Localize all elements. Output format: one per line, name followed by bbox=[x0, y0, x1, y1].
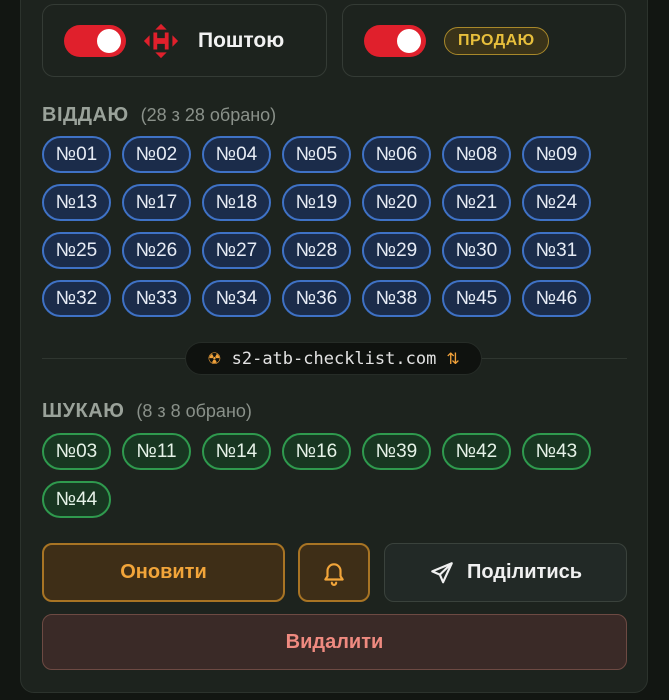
give-chip[interactable]: №38 bbox=[362, 280, 431, 317]
give-chip[interactable]: №24 bbox=[522, 184, 591, 221]
send-icon bbox=[431, 561, 453, 583]
want-section-header: ШУКАЮ (8 з 8 обрано) bbox=[42, 400, 252, 423]
delivery-method-label: Поштою bbox=[198, 28, 285, 52]
give-chip[interactable]: №27 bbox=[202, 232, 271, 269]
divider-right bbox=[482, 358, 627, 359]
want-chip[interactable]: №11 bbox=[122, 433, 191, 470]
sell-toggle[interactable] bbox=[364, 24, 426, 57]
want-chip-list: №03 №11 №14 №16 №39 №42 №43 №44 bbox=[42, 433, 622, 518]
want-chip[interactable]: №03 bbox=[42, 433, 111, 470]
toggle-knob bbox=[97, 28, 121, 53]
share-button[interactable]: Поділитись bbox=[384, 543, 627, 602]
refresh-button[interactable]: Оновити bbox=[42, 543, 285, 602]
share-label: Поділитись bbox=[466, 561, 583, 583]
give-chip[interactable]: №09 bbox=[522, 136, 591, 173]
swap-arrows-icon: ⇅ bbox=[446, 350, 460, 368]
give-chip[interactable]: №06 bbox=[362, 136, 431, 173]
delete-label: Видалити bbox=[285, 630, 384, 653]
give-chip[interactable]: №19 bbox=[282, 184, 351, 221]
give-chip[interactable]: №01 bbox=[42, 136, 111, 173]
give-chip[interactable]: №45 bbox=[442, 280, 511, 317]
bell-icon bbox=[324, 562, 344, 586]
want-chip[interactable]: №16 bbox=[282, 433, 351, 470]
give-chip[interactable]: №32 bbox=[42, 280, 111, 317]
give-chip[interactable]: №18 bbox=[202, 184, 271, 221]
want-chip[interactable]: №44 bbox=[42, 481, 111, 518]
give-count: (28 з 28 обрано) bbox=[140, 105, 277, 125]
refresh-label: Оновити bbox=[120, 561, 207, 583]
want-chip[interactable]: №42 bbox=[442, 433, 511, 470]
radiation-icon: ☢ bbox=[207, 350, 222, 368]
notify-button[interactable] bbox=[298, 543, 370, 602]
give-chip[interactable]: №29 bbox=[362, 232, 431, 269]
give-chip[interactable]: №31 bbox=[522, 232, 591, 269]
give-chip[interactable]: №13 bbox=[42, 184, 111, 221]
give-title: ВІДДАЮ bbox=[42, 104, 129, 126]
give-chip[interactable]: №02 bbox=[122, 136, 191, 173]
sell-badge: ПРОДАЮ bbox=[444, 26, 549, 55]
site-link[interactable]: ☢ s2-atb-checklist.com ⇅ bbox=[185, 342, 482, 375]
give-chip[interactable]: №05 bbox=[282, 136, 351, 173]
delivery-option: Поштою bbox=[42, 4, 327, 77]
want-title: ШУКАЮ bbox=[42, 400, 125, 422]
site-url: s2-atb-checklist.com bbox=[231, 348, 437, 369]
give-section-header: ВІДДАЮ (28 з 28 обрано) bbox=[42, 104, 276, 127]
give-chip-list: №01 №02 №04 №05 №06 №08 №09 №13 №17 №18 №19 №20 №21 №… bbox=[42, 136, 622, 317]
give-chip[interactable]: №21 bbox=[442, 184, 511, 221]
give-chip[interactable]: №33 bbox=[122, 280, 191, 317]
want-chip[interactable]: №43 bbox=[522, 433, 591, 470]
give-chip[interactable]: №46 bbox=[522, 280, 591, 317]
give-chip[interactable]: №36 bbox=[282, 280, 351, 317]
delivery-toggle[interactable] bbox=[64, 24, 126, 57]
want-count: (8 з 8 обрано) bbox=[136, 401, 252, 421]
divider-left bbox=[42, 358, 185, 359]
nova-poshta-logo-icon bbox=[143, 23, 179, 58]
give-chip[interactable]: №28 bbox=[282, 232, 351, 269]
give-chip[interactable]: №30 bbox=[442, 232, 511, 269]
give-chip[interactable]: №34 bbox=[202, 280, 271, 317]
want-chip[interactable]: №14 bbox=[202, 433, 271, 470]
want-chip[interactable]: №39 bbox=[362, 433, 431, 470]
delete-button[interactable]: Видалити bbox=[42, 614, 627, 670]
toggle-knob bbox=[397, 28, 421, 53]
give-chip[interactable]: №04 bbox=[202, 136, 271, 173]
sell-option: ПРОДАЮ bbox=[342, 4, 626, 77]
give-chip[interactable]: №17 bbox=[122, 184, 191, 221]
give-chip[interactable]: №25 bbox=[42, 232, 111, 269]
give-chip[interactable]: №08 bbox=[442, 136, 511, 173]
give-chip[interactable]: №20 bbox=[362, 184, 431, 221]
give-chip[interactable]: №26 bbox=[122, 232, 191, 269]
